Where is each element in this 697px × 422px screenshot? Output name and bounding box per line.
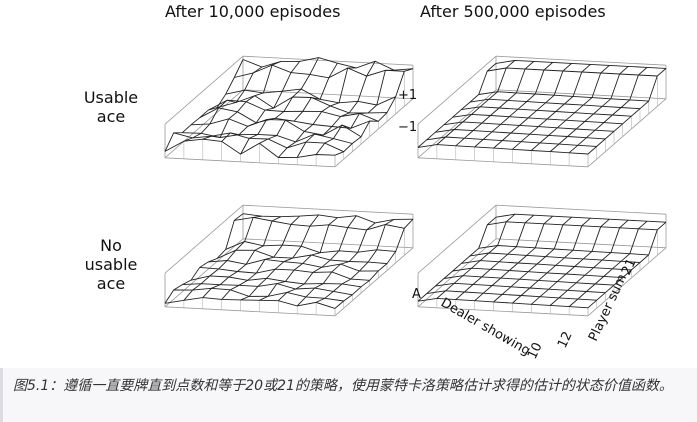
mesh-line [240, 57, 319, 155]
mesh-line [334, 218, 414, 309]
mesh-line [164, 59, 244, 152]
axis-box-edge [417, 157, 589, 168]
mesh-line [469, 98, 641, 110]
mesh-line [461, 106, 632, 117]
mesh-line [216, 249, 388, 265]
column-title-10000: After 10,000 episodes [165, 2, 341, 21]
axis-box-edge [242, 89, 414, 100]
column-title-500000: After 500,000 episodes [420, 2, 606, 21]
row-label-no-usable-ace-text: No usable ace [84, 236, 138, 293]
axis-box-edge [495, 238, 667, 249]
mesh-line [315, 219, 395, 303]
mesh-line [452, 267, 623, 279]
mesh-line [455, 214, 535, 300]
mesh-line [531, 218, 610, 305]
axis-box-edge [417, 238, 497, 308]
mesh-line [426, 136, 597, 147]
mesh-line [474, 62, 553, 148]
mesh-line [587, 68, 667, 155]
mesh-line [452, 113, 623, 125]
mesh-line [259, 62, 338, 144]
mesh-line [417, 216, 497, 302]
mesh-line [495, 59, 667, 69]
mesh-line [216, 95, 388, 114]
axis-box-edge [417, 204, 497, 274]
mesh-line [474, 215, 553, 302]
mesh-line [242, 213, 414, 224]
axis-box-edge [164, 204, 244, 274]
mesh-line [493, 63, 572, 149]
surface-plot-usable-ace-500000 [417, 55, 667, 168]
y-tick-twelve: 12 [555, 329, 576, 350]
x-tick-ace: A [412, 287, 421, 302]
mesh-line [173, 132, 344, 153]
mesh-line [435, 282, 606, 294]
mesh-line [487, 67, 658, 77]
caption-box: 图5.1：遵循一直要牌直到点数和等于20或21的策略，使用蒙特卡洛策略估计求得的… [0, 368, 697, 422]
row-label-usable-ace-text: Usable ace [83, 88, 139, 126]
mesh-line [190, 118, 362, 138]
mesh-line [164, 297, 336, 309]
mesh-line [173, 287, 344, 302]
mesh-line [277, 67, 357, 158]
z-tick-minus-one: −1 [398, 120, 417, 135]
z-tick-plus-one: +1 [398, 88, 417, 103]
surface-plots: +1 −1 A 10 Dealer showing 12 21 Player s… [164, 55, 667, 362]
mesh-line [461, 260, 632, 271]
mesh-line [417, 63, 497, 148]
value-function-figure: +1 −1 A 10 Dealer showing 12 21 Player s… [0, 0, 697, 368]
mesh-line [443, 275, 615, 286]
axis-box-edge [164, 306, 336, 317]
mesh-line [549, 66, 629, 152]
mesh-line [469, 252, 641, 263]
mesh-line [478, 245, 649, 256]
mesh-line [493, 216, 572, 303]
x-axis-label: Dealer showing [438, 295, 533, 358]
mesh-line [455, 61, 535, 147]
axis-box-edge [495, 89, 667, 100]
axis-box-edge [242, 204, 414, 215]
mesh-line [531, 65, 610, 151]
axis-box-edge [164, 157, 336, 168]
mesh-line [199, 266, 370, 281]
y-axis-label: Player sum [586, 272, 630, 344]
mesh-line [512, 217, 591, 304]
mesh-line [436, 60, 516, 145]
row-label-usable-ace: Usable ace [66, 88, 156, 126]
mesh-line [225, 241, 396, 254]
mesh-line [208, 258, 379, 272]
mesh-line [443, 121, 615, 132]
surface-plot-no-usable-ace-10000 [164, 204, 414, 317]
mesh-line [512, 64, 591, 150]
mesh-line [435, 129, 606, 140]
surface-plot-usable-ace-10000 [164, 55, 414, 168]
figure-caption: 图5.1：遵循一直要牌直到点数和等于20或21的策略，使用蒙特卡洛策略估计求得的… [13, 378, 673, 394]
mesh-line [495, 213, 667, 223]
mesh-line [568, 67, 648, 154]
mesh-line [417, 144, 589, 155]
row-label-no-usable-ace: No usable ace [66, 236, 156, 293]
mesh-line [182, 283, 353, 296]
mesh-line [487, 221, 658, 231]
mesh-line [234, 64, 405, 79]
mesh-line [234, 216, 405, 231]
mesh-line [183, 66, 263, 142]
axis-box-edge [495, 204, 667, 215]
axis-box-edge [242, 238, 414, 249]
